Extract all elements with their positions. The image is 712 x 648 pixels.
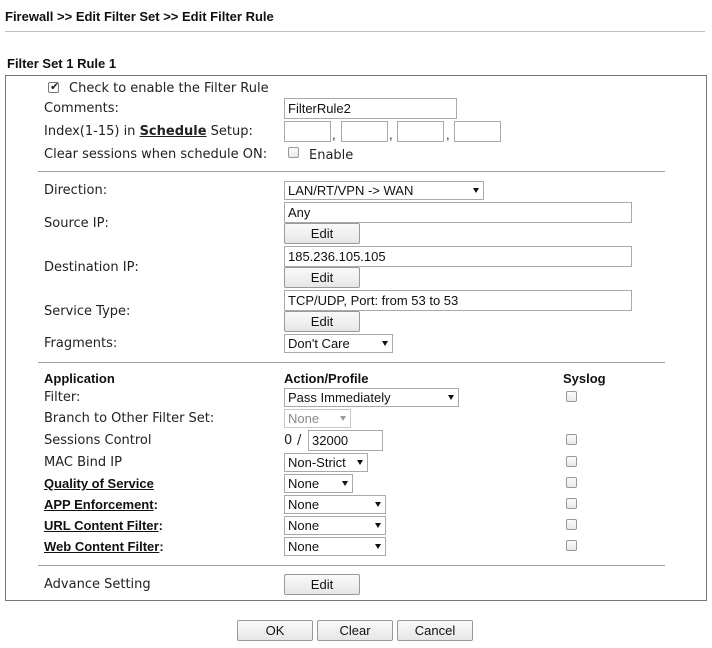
comments-label: Comments: <box>44 101 119 116</box>
schedule-label: Index(1-15) in Schedule Setup: <box>44 124 253 139</box>
url-filter-syslog-checkbox[interactable] <box>566 519 577 530</box>
chevron-down-icon <box>375 544 381 549</box>
qos-link[interactable]: Quality of Service <box>44 476 154 492</box>
sessions-control-label: Sessions Control <box>44 433 152 448</box>
sessions-max-input[interactable]: 32000 <box>308 430 383 451</box>
cancel-button[interactable]: Cancel <box>397 620 473 641</box>
web-filter-link[interactable]: Web Content Filter <box>44 539 159 554</box>
section-divider <box>38 171 665 172</box>
chevron-down-icon <box>375 502 381 507</box>
filter-syslog-checkbox[interactable] <box>566 391 577 402</box>
schedule-index-1-input[interactable] <box>284 121 331 142</box>
url-filter-link[interactable]: URL Content Filter <box>44 518 159 533</box>
web-filter-label: Web Content Filter: <box>44 539 164 554</box>
comments-input[interactable]: FilterRule2 <box>284 98 457 119</box>
branch-select: None <box>284 409 351 428</box>
breadcrumb: Firewall >> Edit Filter Set >> Edit Filt… <box>5 9 274 24</box>
web-filter-select[interactable]: None <box>284 537 386 556</box>
source-ip-field: Any <box>284 202 632 223</box>
url-filter-select[interactable]: None <box>284 516 386 535</box>
chevron-down-icon <box>357 460 363 465</box>
application-header: Application <box>44 371 115 386</box>
enable-rule-checkbox[interactable]: ✔ <box>48 80 60 93</box>
ok-button[interactable]: OK <box>237 620 313 641</box>
app-enforcement-label: APP Enforcement: <box>44 497 158 512</box>
enable-rule-label: Check to enable the Filter Rule <box>69 81 269 96</box>
schedule-index-3-input[interactable] <box>397 121 444 142</box>
qos-select[interactable]: None <box>284 474 353 493</box>
chevron-down-icon <box>340 416 346 421</box>
chevron-down-icon <box>382 341 388 346</box>
schedule-separator: , <box>446 127 450 142</box>
header-divider <box>5 31 705 32</box>
service-type-field: TCP/UDP, Port: from 53 to 53 <box>284 290 632 311</box>
service-type-label: Service Type: <box>44 304 131 319</box>
clear-sessions-label: Clear sessions when schedule ON: <box>44 147 268 162</box>
clear-sessions-enable-label: Enable <box>309 148 354 163</box>
chevron-down-icon <box>448 395 454 400</box>
schedule-separator: , <box>332 127 336 142</box>
clear-button[interactable]: Clear <box>317 620 393 641</box>
sessions-current-value: 0 <box>284 433 293 448</box>
mac-bind-select[interactable]: Non-Strict <box>284 453 368 472</box>
chevron-down-icon <box>473 188 479 193</box>
direction-label: Direction: <box>44 183 108 198</box>
qos-syslog-checkbox[interactable] <box>566 477 577 488</box>
section-title: Filter Set 1 Rule 1 <box>7 56 117 71</box>
sessions-separator: / <box>297 433 302 448</box>
advance-setting-label: Advance Setting <box>44 577 151 592</box>
section-divider <box>38 362 665 363</box>
schedule-link[interactable]: Schedule <box>140 124 207 139</box>
app-enforcement-select[interactable]: None <box>284 495 386 514</box>
schedule-index-2-input[interactable] <box>341 121 388 142</box>
direction-select[interactable]: LAN/RT/VPN -> WAN <box>284 181 484 200</box>
url-filter-label: URL Content Filter: <box>44 518 163 533</box>
mac-bind-syslog-checkbox[interactable] <box>566 456 577 467</box>
web-filter-syslog-checkbox[interactable] <box>566 540 577 551</box>
clear-sessions-checkbox[interactable] <box>288 147 299 158</box>
chevron-down-icon <box>342 481 348 486</box>
app-enforcement-link[interactable]: APP Enforcement <box>44 497 154 512</box>
destination-ip-label: Destination IP: <box>44 260 139 275</box>
service-type-edit-button[interactable]: Edit <box>284 311 360 332</box>
advance-setting-edit-button[interactable]: Edit <box>284 574 360 595</box>
check-mark-icon: ✔ <box>50 80 60 93</box>
app-enforcement-syslog-checkbox[interactable] <box>566 498 577 509</box>
syslog-header: Syslog <box>563 371 606 386</box>
filter-label: Filter: <box>44 390 81 405</box>
fragments-select[interactable]: Don't Care <box>284 334 393 353</box>
fragments-label: Fragments: <box>44 336 118 351</box>
action-profile-header: Action/Profile <box>284 371 369 386</box>
source-ip-edit-button[interactable]: Edit <box>284 223 360 244</box>
chevron-down-icon <box>375 523 381 528</box>
mac-bind-label: MAC Bind IP <box>44 455 122 470</box>
destination-ip-edit-button[interactable]: Edit <box>284 267 360 288</box>
section-divider <box>38 565 665 566</box>
schedule-index-4-input[interactable] <box>454 121 501 142</box>
schedule-separator: , <box>389 127 393 142</box>
branch-label: Branch to Other Filter Set: <box>44 411 215 426</box>
sessions-syslog-checkbox[interactable] <box>566 434 577 445</box>
source-ip-label: Source IP: <box>44 216 109 231</box>
destination-ip-field: 185.236.105.105 <box>284 246 632 267</box>
filter-select[interactable]: Pass Immediately <box>284 388 459 407</box>
